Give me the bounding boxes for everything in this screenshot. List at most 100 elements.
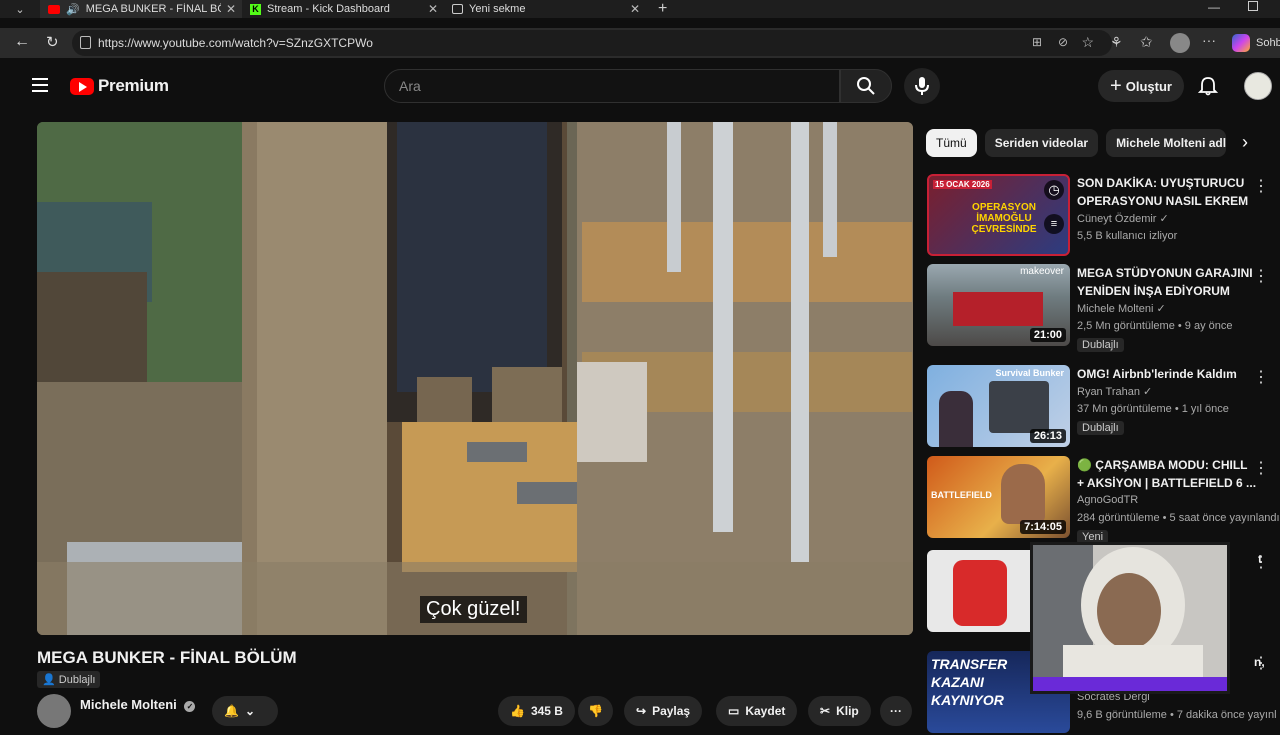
thumb-caption: OPERASYON İMAMOĞLU ÇEVRESİNDE [971,202,1037,235]
thumb-caption: Survival Bunker [995,368,1064,378]
thumb-caption: TRANSFER KAZANI KAYNIYOR [931,656,1008,708]
maximize-window-icon[interactable] [1248,1,1258,11]
dubbed-label: Dublajlı [58,674,96,686]
chip-channel[interactable]: Michele Molteni adlı y [1106,129,1227,157]
chip-series[interactable]: Seriden videolar [984,129,1099,157]
tab-list-chevron-icon[interactable]: ⌄ [0,3,40,16]
menu-hamburger-icon[interactable] [32,78,48,92]
video-player[interactable]: Çok güzel! [37,122,913,635]
tab-youtube[interactable]: 🔊 MEGA BUNKER - FİNAL BÖLÜ ✕ [40,0,242,18]
garage-door-image [953,292,1043,326]
recommendation-meta: 5,5 B kullanıcı izliyor [1077,230,1178,242]
youtube-favicon-icon [48,4,60,14]
more-menu-icon[interactable]: ··· [1202,32,1216,48]
favorites-icon[interactable]: ✩ [1140,33,1153,51]
recommendation-item[interactable]: makeover 21:00 MEGA STÜDYONUN GARAJINI Y… [927,264,1277,352]
reload-icon[interactable]: ↻ [46,33,59,51]
more-options-icon[interactable]: ⋮ [1253,552,1269,572]
video-thumbnail[interactable]: 15 OCAK 2026 OPERASYON İMAMOĞLU ÇEVRESİN… [927,174,1070,256]
browser-tab-bar: ⌄ 🔊 MEGA BUNKER - FİNAL BÖLÜ ✕ K Stream … [0,0,1280,18]
search-input[interactable]: Ara [384,69,840,103]
save-button[interactable]: ▭ Kaydet [716,696,798,726]
tab-new[interactable]: Yeni sekme ✕ [444,0,646,18]
new-tab-page-icon [452,4,463,14]
recommendation-item[interactable]: Survival Bunker 26:13 OMG! Airbnb'lerind… [927,365,1277,449]
create-button[interactable]: + Oluştur [1098,70,1184,102]
bell-icon: 🔔 [224,704,239,718]
thumb-caption: BATTLEFIELD [931,490,992,500]
video-title: MEGA BUNKER - FİNAL BÖLÜM [37,648,297,667]
youtube-premium-logo[interactable]: Premium [70,76,169,96]
copilot-label[interactable]: Sohb [1256,37,1280,49]
more-options-icon[interactable]: ⋮ [1253,653,1269,673]
search-placeholder: Ara [399,78,421,94]
recommendation-item[interactable]: BATTLEFIELD 7:14:05 🟢 ÇARŞAMBA MODU: CHI… [927,456,1280,544]
dubbed-badge: Dublajlı [1077,421,1124,435]
save-label: Kaydet [745,704,786,718]
channel-avatar[interactable] [37,694,71,728]
chip-all[interactable]: Tümü [926,129,977,157]
like-button[interactable]: 👍 345 B [498,696,575,726]
webcam-feed-image [1033,545,1227,691]
microphone-icon [915,77,929,95]
clip-button[interactable]: ✂ Klip [808,696,871,726]
more-options-icon[interactable]: ⋮ [1253,367,1269,387]
favorite-star-icon[interactable]: ☆ [1081,34,1094,51]
thumbs-down-icon: 👎 [588,704,603,718]
tab-kick[interactable]: K Stream - Kick Dashboard ✕ [242,0,444,18]
tracking-prevention-icon[interactable]: ⊘ [1058,35,1068,49]
account-avatar[interactable] [1244,72,1272,100]
video-duration: 21:00 [1029,328,1066,342]
back-arrow-icon[interactable]: ← [14,33,30,51]
recommendation-channel: Ryan Trahan ✓ [1077,385,1152,398]
like-count: 345 B [530,704,563,718]
minimize-window-icon[interactable]: — [1208,0,1220,14]
close-tab-icon[interactable]: ✕ [630,2,640,16]
more-actions-button[interactable]: ··· [880,696,912,726]
copilot-icon[interactable] [1232,34,1250,52]
streamer-face-image [1001,464,1045,524]
profile-avatar[interactable] [1170,33,1190,53]
dubbed-badge: 👤 Dublajlı [37,671,101,688]
share-button[interactable]: ↪ Paylaş [624,696,703,726]
watch-later-clock-icon[interactable]: ◷ [1044,180,1064,200]
tab-title: MEGA BUNKER - FİNAL BÖLÜ [85,3,221,15]
recommendation-channel: AgnoGodTR [1077,494,1139,506]
channel-name[interactable]: Michele Molteni ✓ [80,697,196,712]
chevron-down-icon: ⌄ [244,704,256,718]
speaker-icon[interactable]: 🔊 [66,3,80,16]
voice-search-button[interactable] [904,68,940,104]
add-to-queue-icon[interactable]: ≡ [1044,214,1064,234]
recommendation-item[interactable]: 15 OCAK 2026 OPERASYON İMAMOĞLU ÇEVRESİN… [927,174,1277,258]
video-thumbnail[interactable]: BATTLEFIELD 7:14:05 [927,456,1070,538]
extensions-icon[interactable]: ⚘ [1110,34,1123,51]
subscribed-bell-button[interactable]: 🔔 ⌄ [212,696,278,726]
video-thumbnail[interactable]: Survival Bunker 26:13 [927,365,1070,447]
close-tab-icon[interactable]: ✕ [226,2,236,16]
app-available-icon[interactable]: ⊞ [1032,35,1042,49]
url-text: https://www.youtube.com/watch?v=SZnzGXTC… [98,36,373,50]
recommendation-title: 🟢 ÇARŞAMBA MODU: CHILL + AKSİYON | BATTL… [1077,458,1257,490]
address-bar[interactable]: https://www.youtube.com/watch?v=SZnzGXTC… [72,30,1112,56]
search-button[interactable] [840,69,892,103]
close-tab-icon[interactable]: ✕ [428,2,438,16]
premium-label: Premium [98,76,169,95]
more-options-icon[interactable]: ⋮ [1253,176,1269,196]
recommendation-title: SON DAKİKA: UYUŞTURUCU OPERASYONU NASIL … [1077,176,1249,208]
video-thumbnail[interactable]: makeover 21:00 [927,264,1070,346]
new-tab-plus-icon[interactable]: + [658,0,667,18]
more-options-icon[interactable]: ⋮ [1253,458,1269,478]
thumb-caption: makeover [1020,266,1064,277]
verified-check-icon: ✓ [1156,303,1166,315]
bunker-box-image [989,381,1049,433]
verified-check-icon: ✓ [1159,213,1169,225]
dislike-button[interactable]: 👎 [578,696,613,726]
channel-text: Michele Molteni [1077,303,1154,315]
chevron-right-icon[interactable]: › [1242,132,1248,153]
verified-check-icon: ✓ [184,701,196,712]
more-options-icon[interactable]: ⋮ [1253,266,1269,286]
dubbed-badge: Dublajlı [1077,338,1124,352]
video-frame-image [37,122,913,635]
notifications-bell-icon[interactable] [1198,76,1218,96]
site-info-icon[interactable] [80,36,91,49]
